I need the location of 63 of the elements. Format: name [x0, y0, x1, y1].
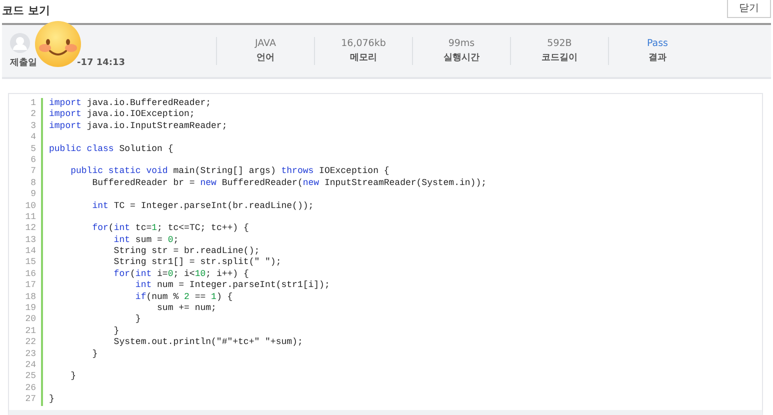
- date-label: 제출일: [10, 56, 37, 69]
- line-number: 13: [9, 234, 43, 246]
- code-line: public static void main(String[] args) throws IOException {: [70, 166, 390, 178]
- stat-label: 실행시간: [444, 52, 480, 64]
- result-value: Pass: [646, 38, 668, 49]
- avatar-icon: [10, 33, 30, 53]
- line-number: 26: [9, 382, 43, 394]
- code-line: String str = br.readLine();: [112, 246, 260, 258]
- line-number: 18: [9, 292, 43, 304]
- code-line: }: [91, 348, 98, 360]
- stat-label: 메모리: [350, 52, 377, 64]
- line-number: 6: [9, 154, 43, 166]
- code-line: import java.io.BufferedReader;: [48, 98, 212, 110]
- code-line: for(int i=0; i<10; i++) {: [112, 268, 249, 280]
- code-line: }: [134, 314, 141, 326]
- line-number: 9: [9, 189, 43, 201]
- stat-label: 결과: [648, 52, 666, 64]
- line-number: 1: [9, 98, 43, 110]
- stat-value: 592B: [547, 38, 572, 49]
- dialog-title: 코드 보기: [2, 3, 50, 18]
- stat-value: 16,076kb: [341, 38, 386, 49]
- code-line: import java.io.InputStreamReader;: [48, 120, 228, 132]
- line-number: 25: [9, 371, 43, 383]
- line-number: 2: [9, 109, 43, 121]
- code-line: sum += num;: [156, 303, 216, 314]
- code-line: }: [48, 394, 54, 406]
- code-line: BufferedReader br = new BufferedReader(new InputStreamReader(System.in));: [91, 178, 486, 190]
- line-number: 10: [9, 200, 43, 212]
- stat-label: 언어: [256, 52, 274, 64]
- line-number: 11: [9, 212, 43, 224]
- line-number: 14: [9, 246, 43, 258]
- code-line: import java.io.IOException;: [48, 109, 195, 121]
- line-number: 20: [9, 314, 43, 326]
- submission-date: -17 14:13: [77, 58, 126, 68]
- line-number: 27: [9, 394, 43, 406]
- close-button[interactable]: 닫기: [727, 0, 771, 18]
- code-line: String str1[] = str.split(" ");: [112, 257, 282, 269]
- stat-value: JAVA: [255, 38, 276, 49]
- code-line: int TC = Integer.parseInt(br.readLine());: [91, 200, 314, 212]
- stat-value: 99ms: [448, 38, 475, 49]
- line-number: 5: [9, 144, 43, 155]
- line-number: 21: [9, 326, 43, 338]
- stat-label: 코드길이: [542, 52, 578, 64]
- line-number: 8: [9, 178, 43, 190]
- line-number: 7: [9, 166, 43, 178]
- line-number: 17: [9, 280, 43, 292]
- line-number: 22: [9, 337, 43, 349]
- code-line: for(int tc=1; tc<=TC; tc++) {: [91, 223, 249, 235]
- line-number: 3: [9, 120, 43, 132]
- line-number: 24: [9, 360, 43, 372]
- line-number: 19: [9, 303, 43, 314]
- line-number: 16: [9, 268, 43, 280]
- line-number: 4: [9, 132, 43, 144]
- code-line: }: [70, 371, 76, 383]
- line-number: 12: [9, 223, 43, 235]
- line-number: 15: [9, 257, 43, 269]
- code-line: }: [112, 326, 120, 338]
- code-line: int sum = 0;: [112, 234, 179, 246]
- code-line: int num = Integer.parseInt(str1[i]);: [134, 280, 330, 292]
- line-number: 23: [9, 348, 43, 360]
- code-line: System.out.println("#"+tc+" "+sum);: [112, 337, 303, 349]
- code-line: public class Solution {: [48, 144, 174, 155]
- code-line: if(num % 2 == 1) {: [134, 292, 233, 304]
